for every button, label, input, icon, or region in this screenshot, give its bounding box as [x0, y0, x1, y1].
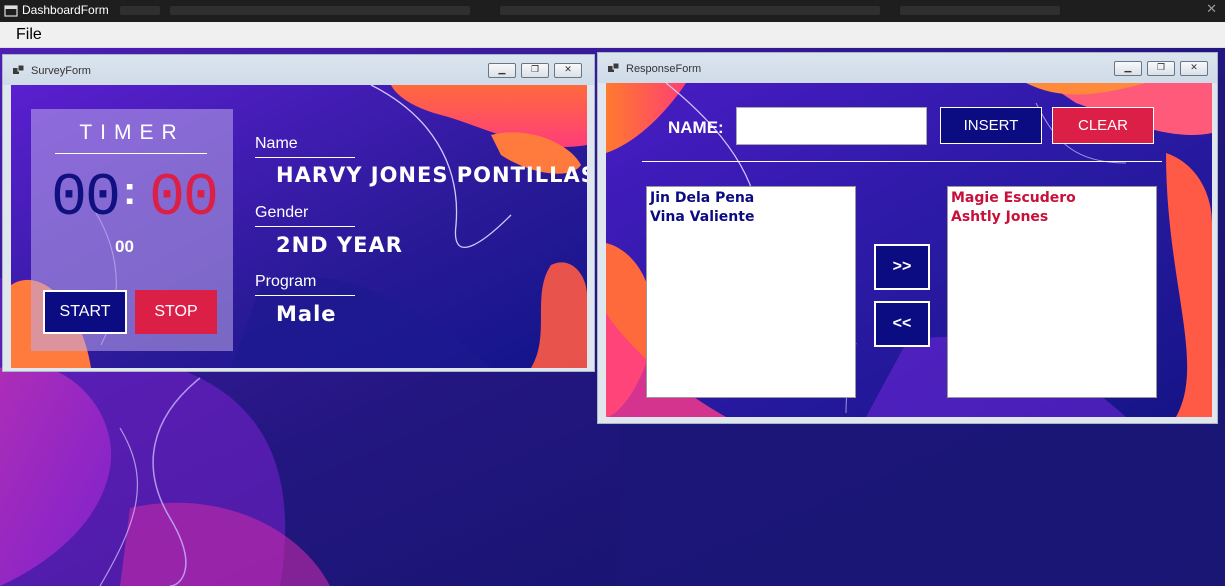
name-field-label: Name [255, 135, 298, 152]
insert-button[interactable]: INSERT [940, 107, 1042, 144]
survey-form-client: TIMER 00 : 00 00 START STOP Name HARVY J… [11, 85, 587, 368]
timer-seconds: 00 [149, 165, 219, 233]
clear-button[interactable]: CLEAR [1052, 107, 1154, 144]
form-icon [4, 5, 18, 17]
divider [642, 161, 1162, 162]
response-form-caption: ResponseForm ▁ ❐ ✕ [598, 53, 1217, 83]
form-icon [13, 65, 25, 74]
gender-field-value: 2ND YEAR [276, 233, 403, 257]
response-form-client: NAME: INSERT CLEAR Jin Dela Pena Vina Va… [606, 83, 1212, 417]
gender-field-label: Gender [255, 204, 309, 221]
name-label: NAME: [668, 118, 724, 137]
program-field-underline [255, 295, 355, 296]
left-listbox[interactable]: Jin Dela Pena Vina Valiente [646, 186, 856, 398]
close-icon[interactable]: ✕ [1206, 2, 1217, 17]
menu-file[interactable]: File [16, 26, 42, 44]
menu-ghost [500, 6, 880, 15]
minimize-icon[interactable]: ▁ [1114, 61, 1142, 76]
restore-icon[interactable]: ❐ [521, 63, 549, 78]
list-item[interactable]: Ashtly Jones [951, 208, 1153, 227]
survey-form-caption: SurveyForm ▁ ❐ ✕ [3, 55, 594, 85]
program-field-label: Program [255, 273, 317, 290]
close-icon[interactable]: ✕ [1180, 61, 1208, 76]
move-right-button[interactable]: >> [874, 244, 930, 290]
response-form-title: ResponseForm [626, 63, 702, 75]
menubar: File [0, 22, 1225, 48]
close-icon[interactable]: ✕ [554, 63, 582, 78]
timer-divider [55, 153, 207, 154]
menu-ghost [900, 6, 1060, 15]
app-titlebar: DashboardForm ✕ [0, 0, 1225, 22]
gender-field-underline [255, 226, 355, 227]
mdi-workspace: SurveyForm ▁ ❐ ✕ TIMER 00: 00 00 START … [0, 48, 1225, 586]
right-listbox[interactable]: Magie Escudero Ashtly Jones [947, 186, 1157, 398]
list-item[interactable]: Vina Valiente [650, 208, 852, 227]
timer-title: TIMER [79, 121, 185, 144]
menu-ghost [170, 6, 470, 15]
timer-separator: : [123, 169, 137, 213]
survey-form-title: SurveyForm [31, 65, 91, 77]
timer-minutes: 00 [51, 165, 121, 233]
list-item[interactable]: Jin Dela Pena [650, 189, 852, 208]
survey-form-window: SurveyForm ▁ ❐ ✕ TIMER 00: 00 00 START … [2, 54, 595, 372]
list-item[interactable]: Magie Escudero [951, 189, 1153, 208]
name-field-underline [255, 157, 355, 158]
response-form-window: ResponseForm ▁ ❐ ✕ NAME: INSERT CLEAR Ji… [597, 52, 1218, 424]
timer-milliseconds: 00 [115, 237, 134, 256]
form-icon [608, 63, 620, 72]
restore-icon[interactable]: ❐ [1147, 61, 1175, 76]
menu-ghost [120, 6, 160, 15]
move-left-button[interactable]: << [874, 301, 930, 347]
timer-panel: TIMER 00 : 00 00 START STOP [31, 109, 233, 351]
name-input[interactable] [736, 107, 927, 145]
start-button[interactable]: START [43, 290, 127, 334]
name-field-value: HARVY JONES PONTILLAS [276, 163, 587, 187]
stop-button[interactable]: STOP [135, 290, 217, 334]
minimize-icon[interactable]: ▁ [488, 63, 516, 78]
app-title: DashboardForm [22, 3, 109, 17]
program-field-value: Male [276, 302, 337, 326]
